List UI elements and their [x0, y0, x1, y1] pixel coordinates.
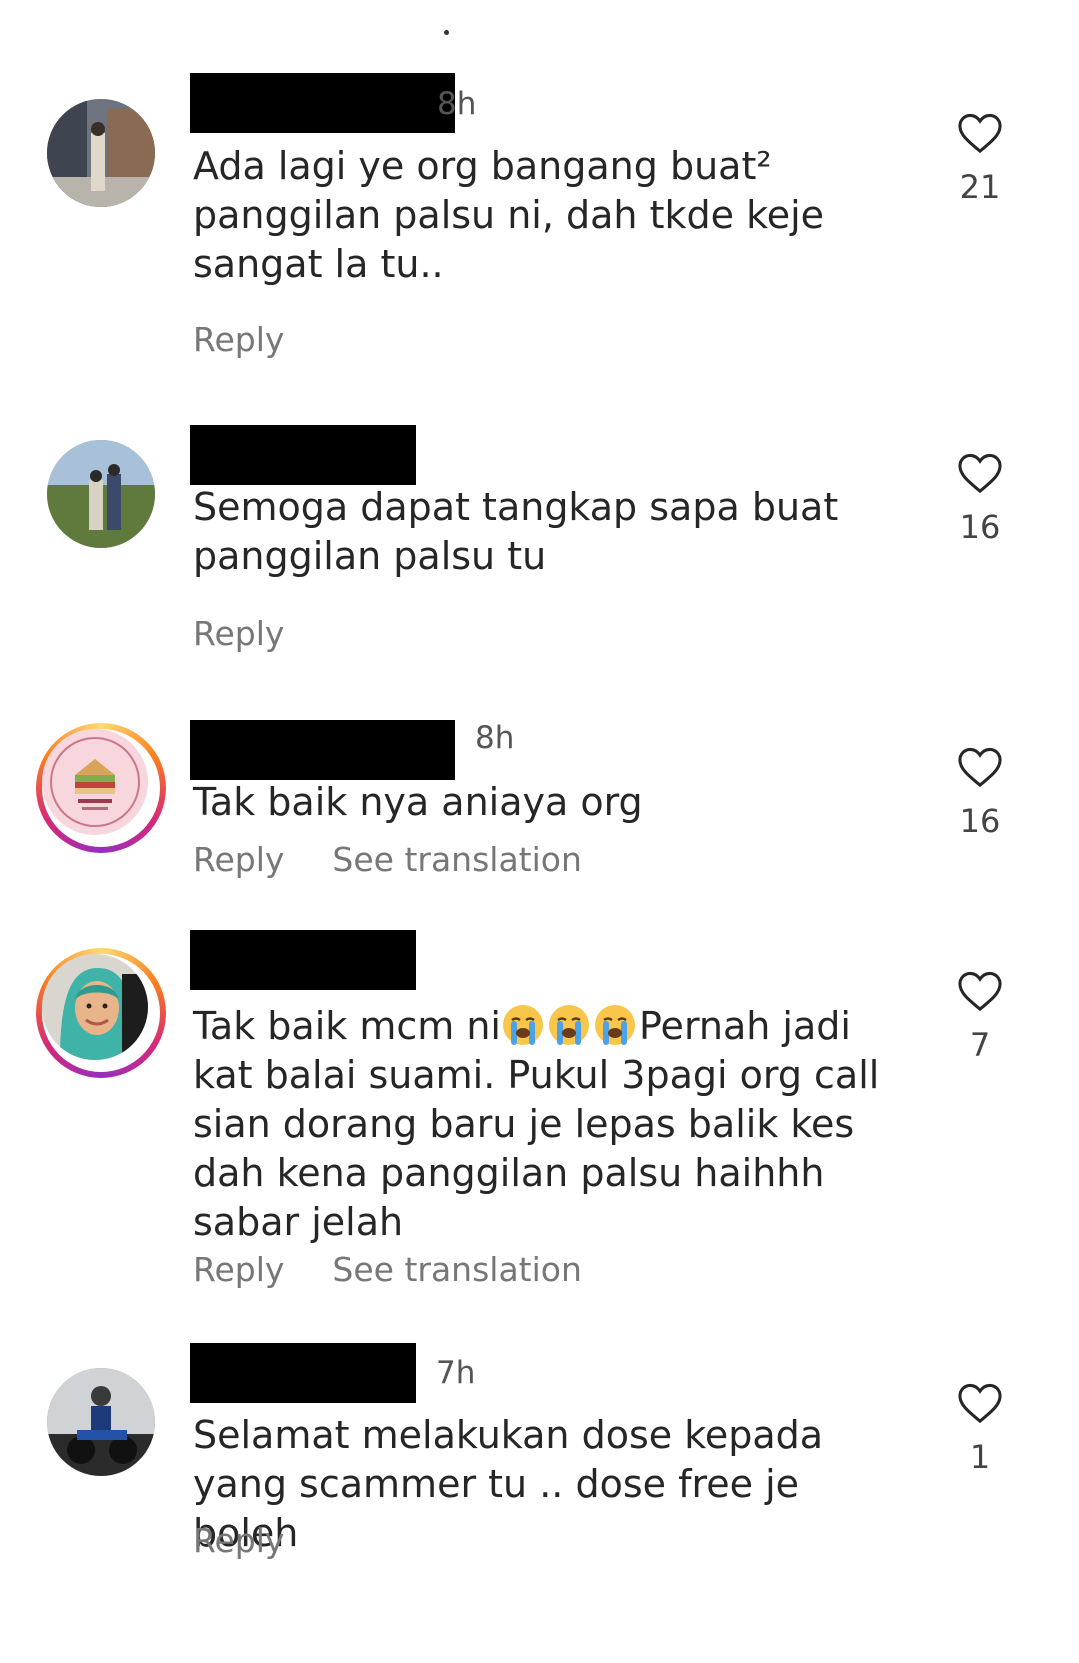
avatar-story-ring[interactable]: [36, 948, 166, 1078]
comment-actions: Reply: [193, 614, 284, 653]
see-translation-button[interactable]: See translation: [332, 840, 581, 879]
avatar-story-ring[interactable]: [36, 723, 166, 853]
reply-button[interactable]: Reply: [193, 1250, 284, 1289]
username-redacted[interactable]: [190, 73, 455, 133]
timestamp: 8h: [437, 86, 477, 122]
comment-text: Tak baik mcm ni Pernah jadi kat balai sua…: [193, 1002, 913, 1247]
comment-text-start: Tak baik mcm ni: [193, 1004, 501, 1048]
heart-icon[interactable]: [957, 452, 1003, 494]
like-control: 7: [950, 970, 1010, 1064]
username-redacted[interactable]: [190, 1343, 416, 1403]
loudly-crying-face-icon: [503, 1005, 543, 1045]
top-dot: [444, 30, 449, 35]
heart-icon[interactable]: [957, 112, 1003, 154]
loudly-crying-face-icon: [549, 1005, 589, 1045]
like-count: 7: [969, 1026, 991, 1064]
like-control: 16: [950, 746, 1010, 840]
heart-icon[interactable]: [957, 1382, 1003, 1424]
reply-button[interactable]: Reply: [193, 614, 284, 653]
like-control: 1: [950, 1382, 1010, 1476]
comment-text: Ada lagi ye org bangang buat² panggilan …: [193, 144, 825, 286]
reply-button[interactable]: Reply: [193, 320, 284, 359]
avatar[interactable]: [47, 440, 155, 548]
username-redacted[interactable]: [190, 425, 416, 485]
timestamp: 8h: [475, 720, 515, 756]
heart-icon[interactable]: [957, 970, 1003, 1012]
avatar[interactable]: [47, 99, 155, 207]
comment-actions: Reply: [193, 320, 284, 359]
comment-actions: Reply: [193, 1521, 284, 1560]
see-translation-button[interactable]: See translation: [332, 1250, 581, 1289]
like-count: 21: [959, 168, 1001, 206]
like-control: 16: [950, 452, 1010, 546]
username-redacted[interactable]: [190, 720, 455, 780]
comment-text: Tak baik nya aniaya org: [193, 780, 643, 824]
comment-text: Selamat melakukan dose kepada yang scamm…: [193, 1413, 824, 1555]
reply-button[interactable]: Reply: [193, 1521, 284, 1560]
like-count: 16: [959, 802, 1001, 840]
avatar[interactable]: [47, 1368, 155, 1476]
reply-button[interactable]: Reply: [193, 840, 284, 879]
like-count: 16: [959, 508, 1001, 546]
username-redacted[interactable]: [190, 930, 416, 990]
heart-icon[interactable]: [957, 746, 1003, 788]
comment-actions: Reply See translation: [193, 1250, 582, 1289]
loudly-crying-face-icon: [595, 1005, 635, 1045]
timestamp: 7h: [436, 1355, 476, 1391]
like-control: 21: [950, 112, 1010, 206]
like-count: 1: [969, 1438, 991, 1476]
comment-text: Semoga dapat tangkap sapa buat panggilan…: [193, 485, 839, 578]
comment-actions: Reply See translation: [193, 840, 582, 879]
